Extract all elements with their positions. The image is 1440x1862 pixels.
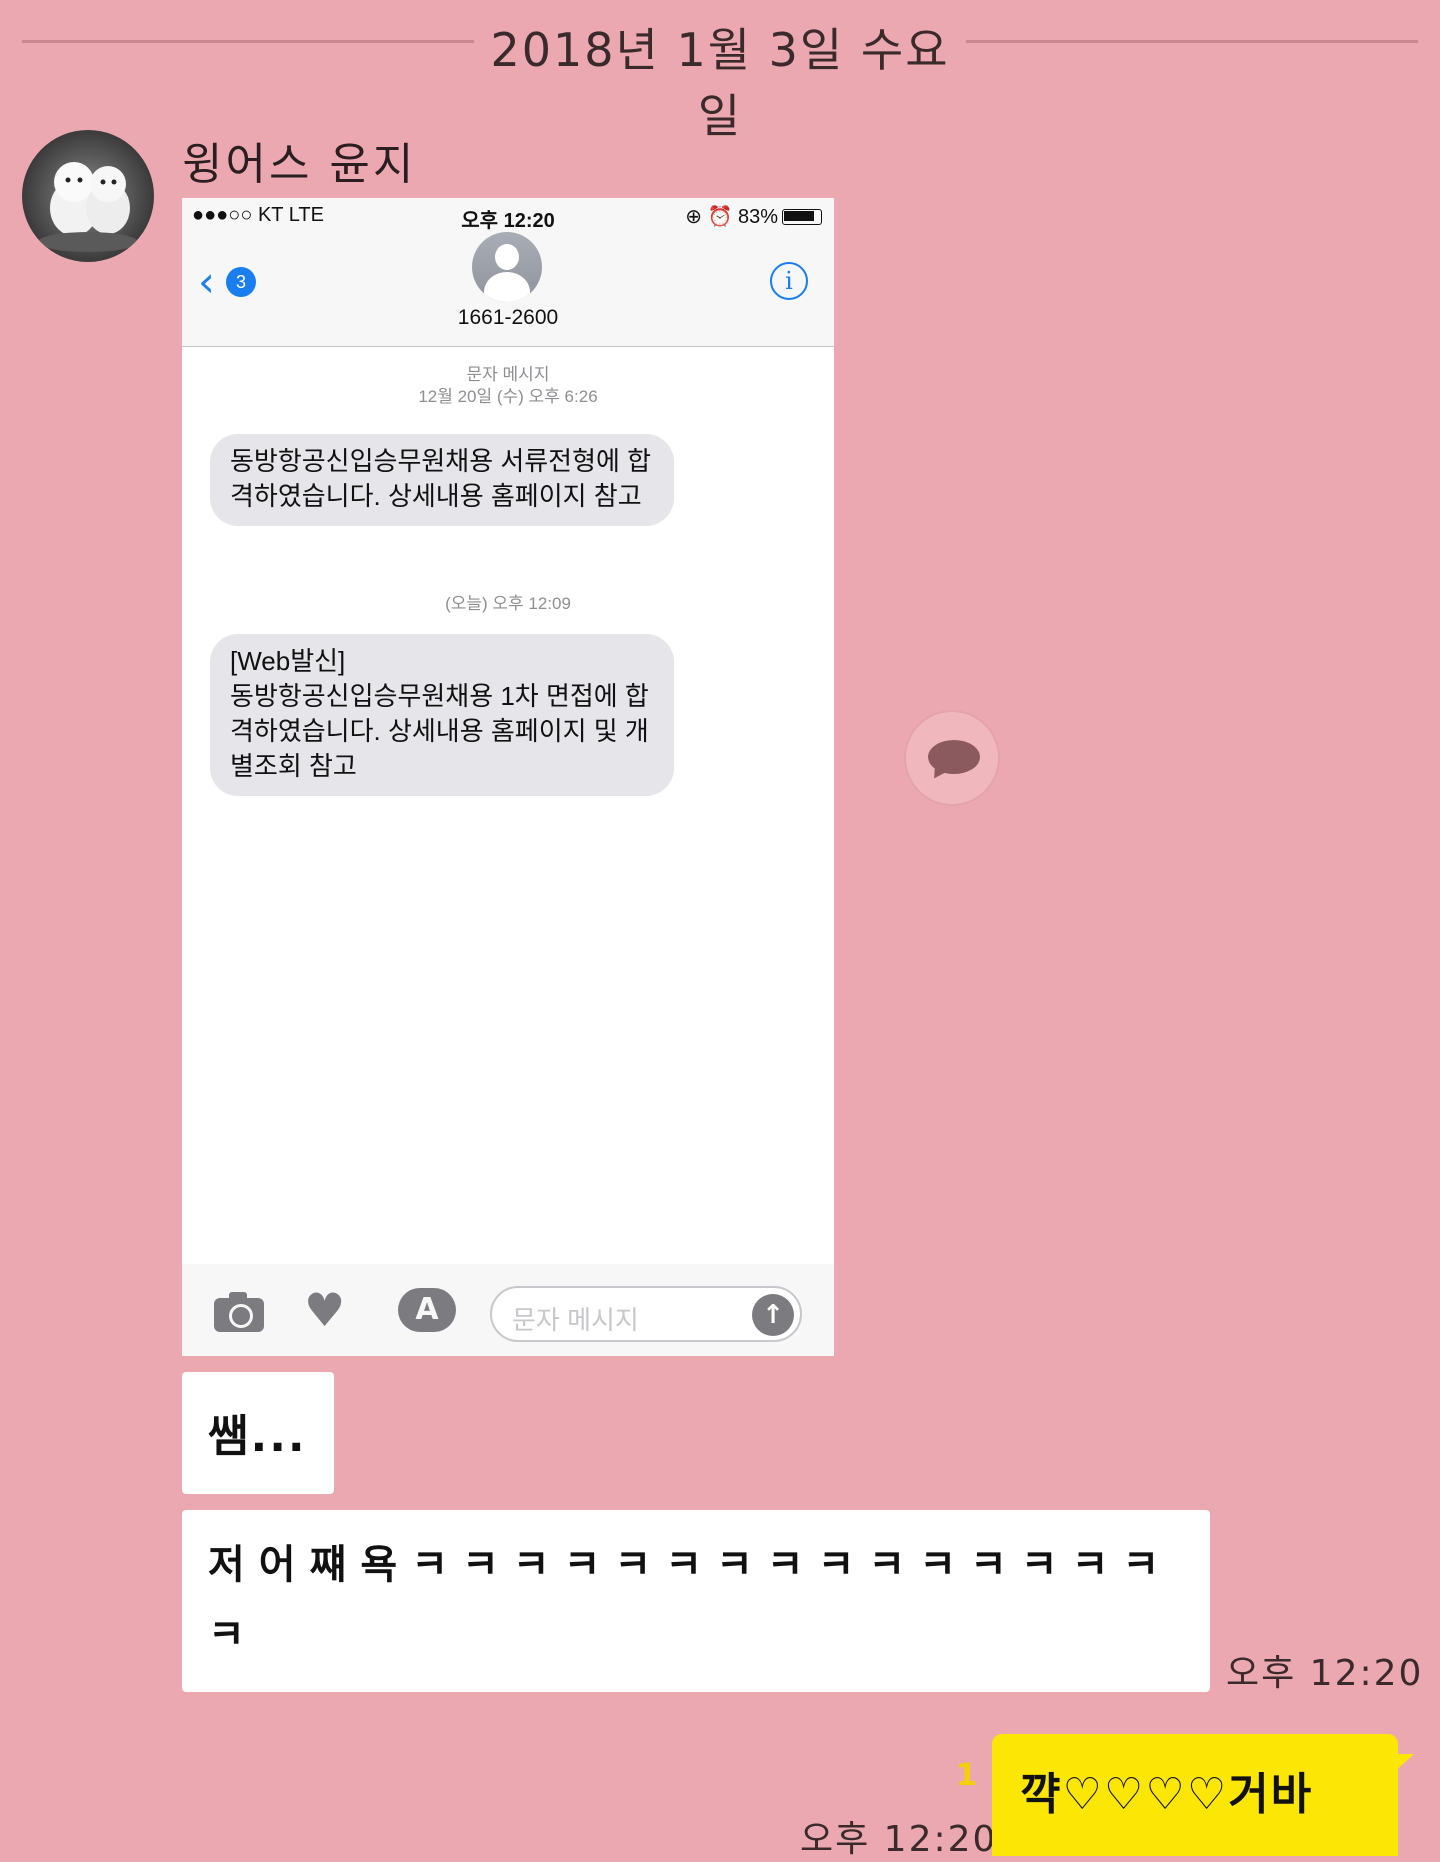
thread-timestamp-1: 문자 메시지 12월 20일 (수) 오후 6:26	[182, 364, 834, 408]
received-timestamp: 오후 12:20	[1226, 1653, 1424, 1694]
message-text: 저어쨰욕ㅋㅋㅋㅋㅋㅋㅋㅋㅋㅋㅋㅋㅋㅋㅋㅋ	[208, 1542, 1174, 1658]
sms-input-field: 문자 메시지 ↑	[490, 1286, 802, 1342]
date-divider-right	[966, 40, 1418, 43]
ios-nav-bar: ‹ 3 1661-2600 i	[182, 232, 834, 347]
contact-avatar-icon	[472, 232, 542, 302]
message-text: 쌤...	[208, 1411, 307, 1462]
sms-text-1: 동방항공신입승무원채용 서류전형에 합격하였습니다. 상세내용 홈페이지 참고	[230, 446, 652, 511]
battery-icon	[782, 209, 822, 225]
info-icon: i	[770, 262, 808, 300]
received-message-2[interactable]: 저어쨰욕ㅋㅋㅋㅋㅋㅋㅋㅋㅋㅋㅋㅋㅋㅋㅋㅋ	[182, 1510, 1210, 1692]
status-right: ⊕ ⏰ 83%	[685, 204, 822, 229]
sender-avatar[interactable]	[22, 130, 154, 262]
timestamp-date: 12월 20일 (수) 오후 6:26	[418, 387, 598, 406]
sms-text-2-body: 동방항공신입승무원채용 1차 면접에 합격하였습니다. 상세내용 홈페이지 및 …	[230, 681, 649, 781]
app-store-icon: A	[398, 1288, 456, 1332]
puppy-image-icon	[38, 162, 138, 252]
sms-input-placeholder: 문자 메시지	[512, 1305, 639, 1335]
received-message-1[interactable]: 쌤...	[182, 1372, 334, 1494]
date-divider-left	[22, 40, 474, 43]
shared-screenshot-image[interactable]: ●●●○○ KT LTE 오후 12:20 ⊕ ⏰ 83% ‹ 3 1661-2…	[182, 198, 834, 1356]
camera-icon	[214, 1290, 266, 1332]
sender-name: 윙어스 윤지	[182, 139, 417, 190]
sent-message-1[interactable]: 꺅♡♡♡♡거바	[992, 1734, 1414, 1856]
sent-timestamp: 오후 12:20	[800, 1819, 998, 1860]
battery-percent: ⊕ ⏰ 83%	[685, 206, 778, 228]
thread-timestamp-2: (오늘) 오후 12:09	[445, 594, 571, 613]
back-chevron-icon: ‹	[198, 257, 215, 306]
timestamp-label: 문자 메시지	[466, 365, 550, 384]
share-button[interactable]	[904, 710, 1000, 806]
sms-text-2-header: [Web발신]	[230, 646, 346, 676]
sms-bubble-1: 동방항공신입승무원채용 서류전형에 합격하였습니다. 상세내용 홈페이지 참고	[210, 434, 674, 526]
back-badge: 3	[226, 267, 256, 297]
unread-count-badge: 1	[956, 1758, 977, 1793]
digital-touch-heart-icon: ♥	[304, 1283, 346, 1337]
message-text: 꺅♡♡♡♡거바	[1020, 1769, 1314, 1820]
date-separator: 2018년 1월 3일 수요일	[22, 14, 1418, 143]
sms-bubble-2: [Web발신] 동방항공신입승무원채용 1차 면접에 합격하였습니다. 상세내용…	[210, 634, 674, 796]
ios-status-bar: ●●●○○ KT LTE 오후 12:20 ⊕ ⏰ 83%	[182, 198, 834, 232]
contact-number: 1661-2600	[457, 306, 559, 329]
date-label: 2018년 1월 3일 수요일	[490, 23, 950, 143]
send-arrow-icon: ↑	[752, 1294, 794, 1336]
ios-input-bar: ♥ A 문자 메시지 ↑	[182, 1264, 834, 1356]
